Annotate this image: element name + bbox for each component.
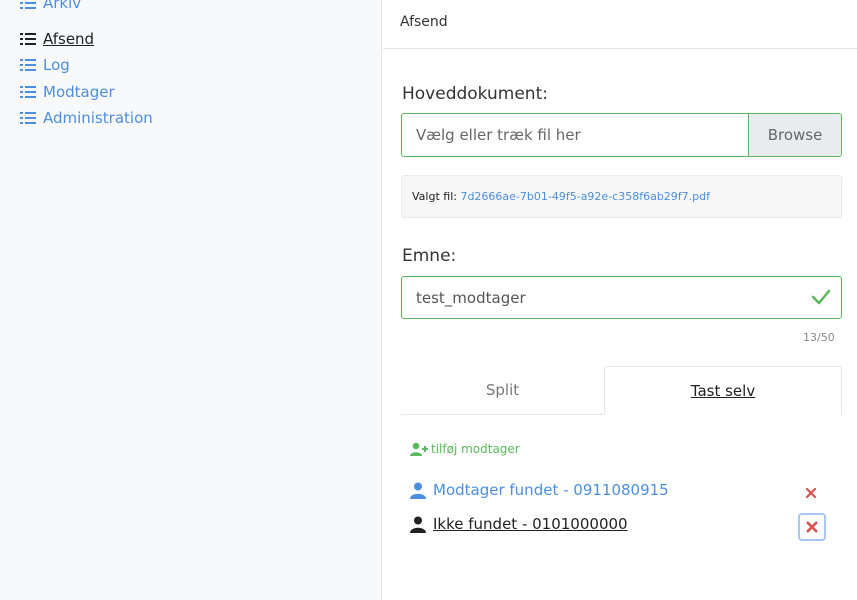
list-icon <box>20 86 36 98</box>
list-icon <box>20 2 36 9</box>
subject-input[interactable] <box>401 276 842 319</box>
remove-recipient-button[interactable] <box>798 480 826 508</box>
subject-char-counter: 13/50 <box>803 331 835 344</box>
selected-file-name: 7d2666ae-7b01-49f5-a92e-c358f6ab29f7.pdf <box>460 190 711 203</box>
browse-button[interactable]: Browse <box>748 114 841 156</box>
sidebar-item-administration[interactable]: Administration <box>20 109 153 127</box>
list-icon <box>20 33 36 45</box>
user-icon <box>410 516 426 533</box>
recipient-found: Modtager fundet - 0911080915 <box>410 481 669 499</box>
sidebar-item-label: Afsend <box>43 30 95 48</box>
sidebar-item-arkiv[interactable]: Arkiv <box>20 0 81 12</box>
subject-label: Emne: <box>402 246 457 266</box>
page-header: Afsend <box>383 0 857 49</box>
recipient-label: Ikke fundet - 0101000000 <box>433 515 628 533</box>
sidebar-item-label: Modtager <box>43 83 115 101</box>
user-plus-icon <box>410 442 428 456</box>
remove-recipient-button-focused[interactable] <box>798 513 826 541</box>
add-recipient-link[interactable]: tilføj modtager <box>410 442 520 456</box>
close-icon <box>806 521 818 533</box>
list-icon <box>20 59 36 71</box>
sidebar-item-label: Log <box>43 56 70 74</box>
page-title: Afsend <box>400 14 448 30</box>
close-icon <box>806 488 816 498</box>
selected-file: Valgt fil: 7d2666ae-7b01-49f5-a92e-c358f… <box>401 175 842 218</box>
sidebar: Arkiv Afsend Log Modtager Administration <box>0 0 382 600</box>
list-icon <box>20 112 36 124</box>
user-icon <box>410 482 426 499</box>
sidebar-item-modtager[interactable]: Modtager <box>20 83 115 101</box>
sidebar-item-label: Administration <box>43 109 153 127</box>
file-drop-placeholder[interactable]: Vælg eller træk fil her <box>402 114 748 156</box>
recipient-label: Modtager fundet - 0911080915 <box>433 481 669 499</box>
sidebar-item-log[interactable]: Log <box>20 56 70 74</box>
selected-file-label: Valgt fil: <box>412 190 457 203</box>
tab-tast-selv[interactable]: Tast selv <box>604 366 842 415</box>
sidebar-item-label: Arkiv <box>43 0 82 12</box>
sidebar-item-afsend[interactable]: Afsend <box>20 30 94 48</box>
recipient-not-found[interactable]: Ikke fundet - 0101000000 <box>410 515 628 533</box>
check-icon <box>811 289 831 305</box>
tab-split[interactable]: Split <box>401 366 604 415</box>
add-recipient-label: tilføj modtager <box>431 442 520 456</box>
recipient-tabs: Split Tast selv <box>401 366 842 415</box>
main-document-label: Hoveddokument: <box>402 84 548 104</box>
file-upload[interactable]: Vælg eller træk fil her Browse <box>401 113 842 157</box>
main-panel: Afsend Hoveddokument: Vælg eller træk fi… <box>383 0 857 600</box>
